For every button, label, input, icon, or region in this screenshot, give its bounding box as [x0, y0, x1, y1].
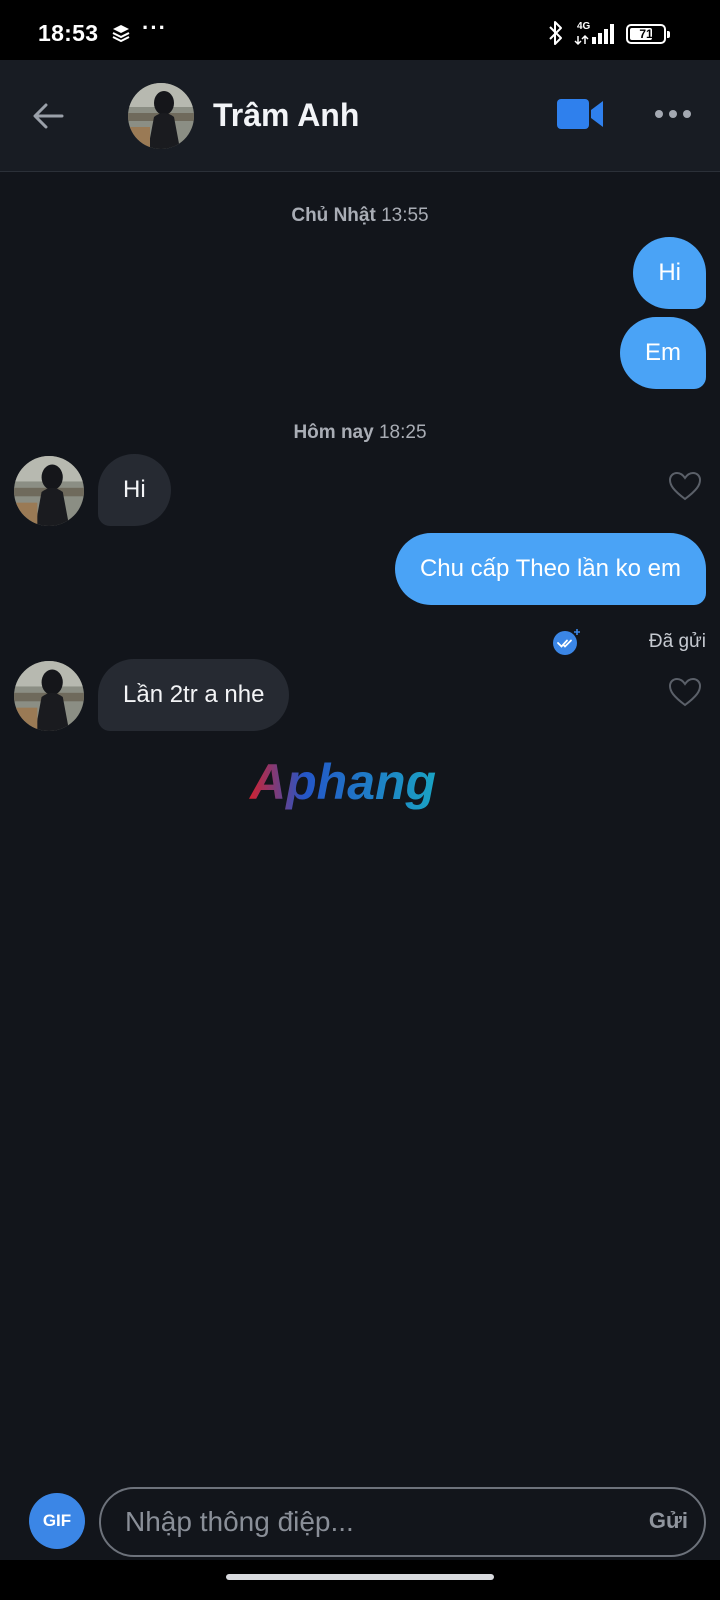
battery-level: 71 [639, 27, 653, 41]
outgoing-message[interactable]: Em [620, 317, 706, 389]
message-input-wrapper[interactable]: Gửi [99, 1487, 706, 1557]
gif-button[interactable]: GIF [29, 1493, 85, 1549]
date-separator-day: Chủ Nhật [291, 205, 376, 226]
watermark-logo: Aphang [248, 755, 436, 810]
date-separator-time: 18:25 [378, 422, 427, 443]
date-separator-day: Hôm nay [293, 422, 374, 443]
layers-icon [112, 25, 130, 42]
sent-status-label: Đã gửi [648, 631, 706, 652]
sent-check-icon [552, 629, 580, 655]
contact-name[interactable]: Trâm Anh [213, 97, 359, 134]
avatar-image [14, 661, 84, 731]
avatar-image [14, 456, 84, 526]
date-separator: Hôm nay 18:25 [0, 422, 720, 444]
status-bar: 18:53 ··· 4G 71 [0, 0, 720, 60]
back-arrow-icon[interactable] [24, 90, 76, 142]
more-options-icon[interactable] [654, 100, 692, 128]
outgoing-message[interactable]: Hi [633, 237, 706, 309]
heart-icon[interactable] [668, 471, 702, 501]
incoming-message[interactable]: Lần 2tr a nhe [98, 659, 290, 731]
sender-avatar[interactable] [14, 456, 84, 526]
heart-icon[interactable] [668, 677, 702, 707]
video-call-icon[interactable] [556, 96, 606, 132]
date-separator-time: 13:55 [381, 205, 429, 226]
avatar-image [128, 83, 194, 149]
incoming-message[interactable]: Hi [98, 454, 171, 526]
outgoing-message[interactable]: Chu cấp Theo lần ko em [394, 533, 706, 605]
status-time: 18:53 [38, 20, 99, 46]
home-indicator[interactable] [226, 1574, 494, 1580]
message-input[interactable] [125, 1489, 595, 1555]
watermark-text: Aphang [248, 755, 436, 810]
message-list[interactable]: Chủ Nhật 13:55 Hi Em Hôm nay 18:25 Hi Ch… [0, 173, 720, 1473]
bluetooth-icon [549, 21, 562, 45]
navigation-bar [0, 1560, 720, 1600]
message-status: Đã gửi [552, 628, 706, 656]
chat-header: Trâm Anh [0, 60, 720, 172]
battery-icon: 71 [626, 24, 670, 44]
chat-screen: 18:53 ··· 4G 71 Trâm Anh Chủ Nhật 13:55 … [0, 0, 720, 1600]
contact-avatar[interactable] [128, 83, 194, 149]
message-composer: GIF Gửi [0, 1480, 720, 1560]
date-separator: Chủ Nhật 13:55 [0, 205, 720, 227]
more-notifications-icon: ··· [142, 15, 167, 40]
sender-avatar[interactable] [14, 661, 84, 731]
signal-icon [574, 24, 614, 46]
send-button[interactable]: Gửi [649, 1508, 688, 1534]
